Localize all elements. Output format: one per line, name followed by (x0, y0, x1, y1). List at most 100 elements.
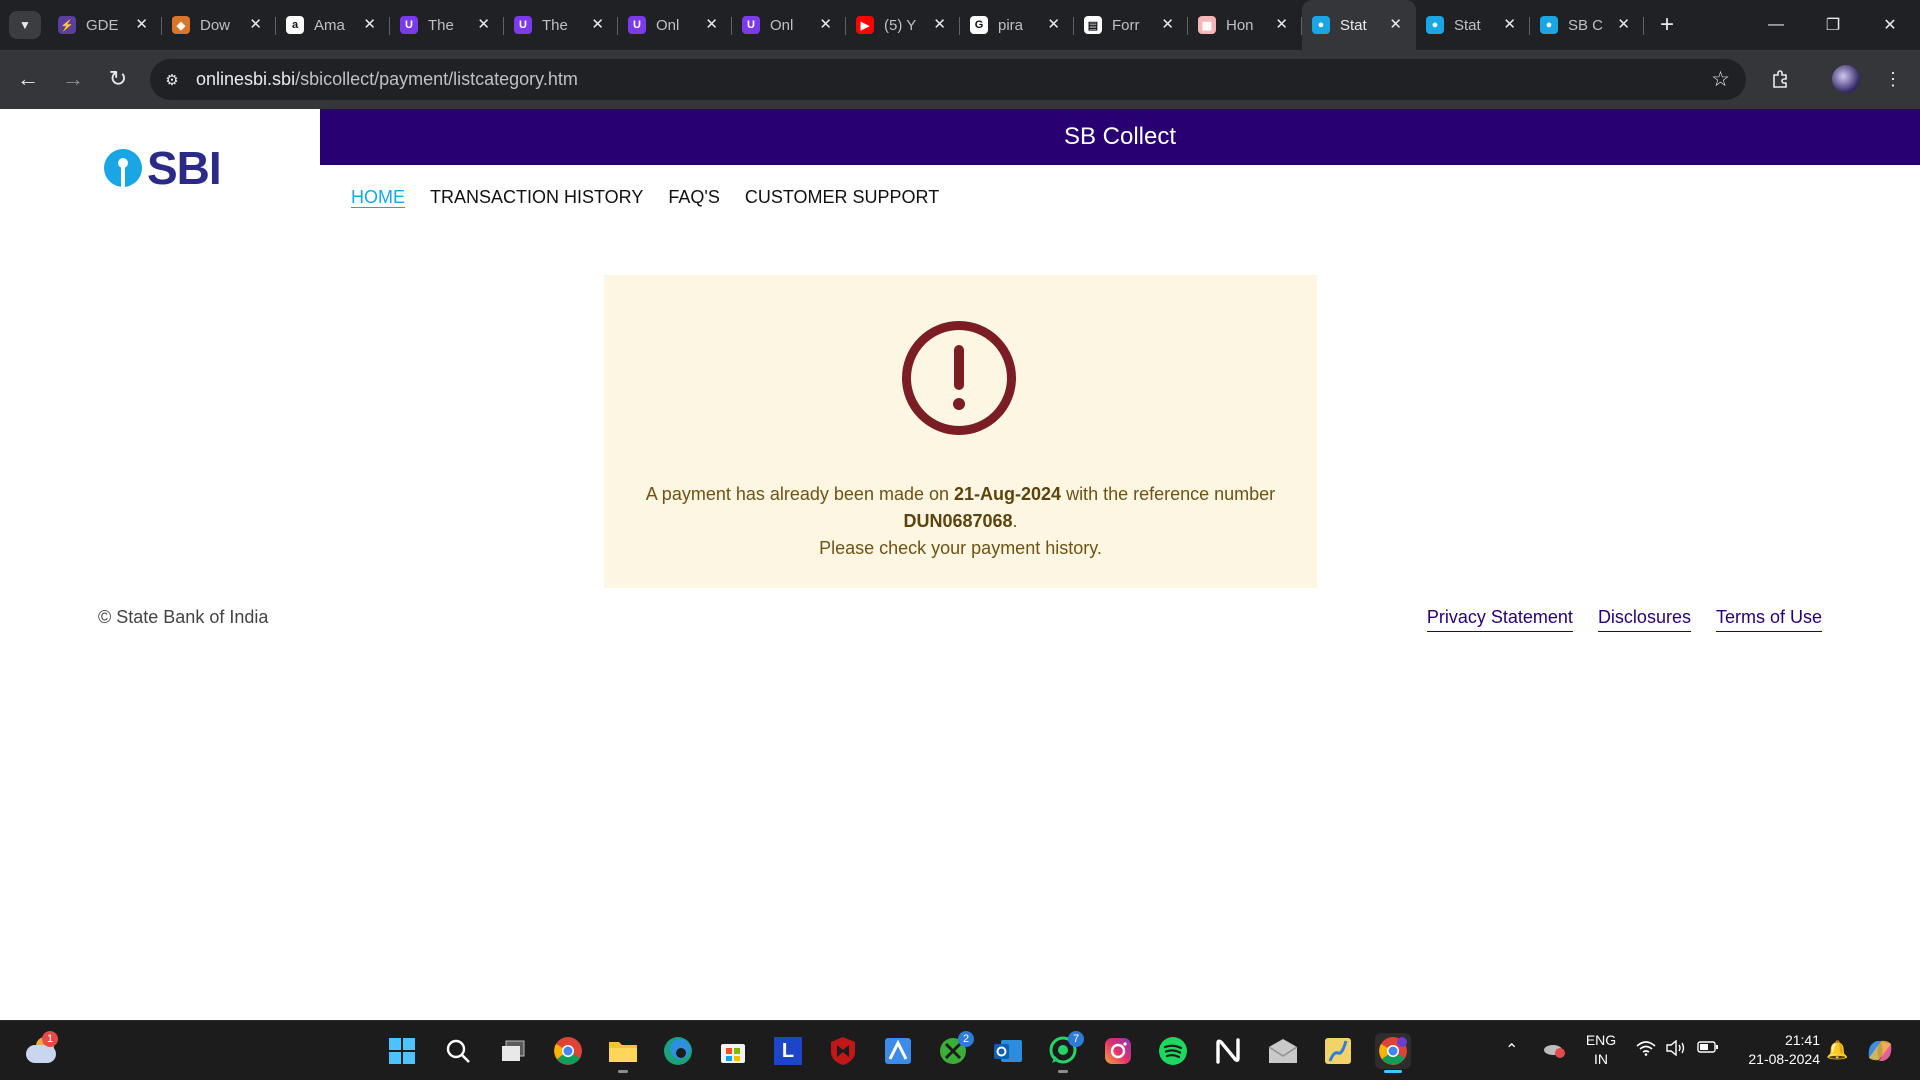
windows-taskbar: 1 L 2 7 ⌃ ENG IN 21:41 21-08-2024 🔔 (0, 1020, 1920, 1080)
spotify-icon[interactable] (1155, 1033, 1191, 1069)
tab-close-icon[interactable]: ✕ (249, 15, 262, 33)
tab-favicon-icon: ● (1312, 16, 1330, 34)
battery-icon[interactable] (1697, 1040, 1719, 1059)
browser-tab[interactable]: ● Stat ✕ (1416, 0, 1530, 50)
tab-list: ⚡ GDE ✕ ◆ Dow ✕ a Ama ✕ U The ✕ U The ✕ U Onl ✕ U Onl ✕ ▶ (5) … (48, 0, 1644, 50)
terms-of-use-link[interactable]: Terms of Use (1715, 607, 1822, 632)
chevron-up-icon[interactable]: ⌃ (1505, 1040, 1518, 1060)
sbi-logo[interactable]: SBI (104, 142, 222, 194)
main-menu: HOME TRANSACTION HISTORY FAQ'S CUSTOMER SUP… (351, 187, 964, 208)
tab-close-icon[interactable]: ✕ (135, 15, 148, 33)
site-info-icon[interactable]: ⚙ (162, 70, 182, 90)
menu-item-faq-s[interactable]: FAQ'S (668, 187, 719, 208)
outlook-icon[interactable] (990, 1033, 1026, 1069)
browser-tab[interactable]: Gpira ✕ (960, 0, 1074, 50)
menu-item-transaction-history[interactable]: TRANSACTION HISTORY (430, 187, 643, 208)
tab-close-icon[interactable]: ✕ (1161, 15, 1174, 33)
browser-tab[interactable]: ● Stat ✕ (1302, 0, 1416, 50)
new-tab-button[interactable]: + (1652, 10, 1682, 40)
disclosures-link[interactable]: Disclosures (1597, 607, 1691, 632)
tab-close-icon[interactable]: ✕ (819, 15, 832, 33)
payment-date: 21-Aug-2024 (954, 484, 1062, 504)
restore-button[interactable]: ❐ (1805, 0, 1861, 50)
weather-badge: 1 (42, 1031, 58, 1047)
back-button[interactable]: ← (13, 64, 43, 94)
edge-icon[interactable] (660, 1033, 696, 1069)
onedrive-error-icon[interactable] (1542, 1040, 1566, 1063)
xbox-icon[interactable]: 2 (935, 1031, 974, 1069)
tab-favicon-icon: U (628, 16, 646, 34)
chrome-icon[interactable] (550, 1033, 586, 1069)
browser-tab[interactable]: ▶ (5) Y ✕ (846, 0, 960, 50)
minimize-button[interactable]: — (1748, 0, 1804, 50)
whatsapp-icon[interactable]: 7 (1045, 1031, 1084, 1073)
tab-close-icon[interactable]: ✕ (1389, 15, 1402, 33)
clock-time: 21:41 (1784, 1032, 1820, 1048)
address-bar[interactable]: ⚙ onlinesbi.sbi/sbicollect/payment/listc… (150, 59, 1746, 100)
tab-favicon-icon: ▤ (1084, 16, 1102, 34)
browser-tab[interactable]: a Ama ✕ (276, 0, 390, 50)
l-app-icon[interactable]: L (770, 1033, 806, 1069)
alert-message: A payment has already been made on 21-Au… (604, 481, 1317, 562)
browser-tab[interactable]: ⚡ GDE ✕ (48, 0, 162, 50)
browser-tab[interactable]: U Onl ✕ (618, 0, 732, 50)
forward-button[interactable]: → (58, 64, 88, 94)
tab-title: pira (998, 16, 1024, 34)
browser-tab[interactable]: U The ✕ (504, 0, 618, 50)
search-icon[interactable] (440, 1033, 476, 1069)
browser-tab[interactable]: U The ✕ (390, 0, 504, 50)
browser-tab[interactable]: U Onl ✕ (732, 0, 846, 50)
task-view-icon[interactable] (495, 1033, 531, 1069)
tab-close-icon[interactable]: ✕ (591, 15, 604, 33)
profile-avatar[interactable] (1832, 65, 1860, 93)
browser-tab[interactable]: ◆ Dow ✕ (162, 0, 276, 50)
tab-search-button[interactable]: ▼ (9, 11, 41, 39)
file-explorer-icon[interactable] (605, 1033, 641, 1073)
tab-close-icon[interactable]: ✕ (1275, 15, 1288, 33)
tab-close-icon[interactable]: ✕ (1503, 15, 1516, 33)
tab-favicon-icon: U (742, 16, 760, 34)
mail-icon[interactable] (1265, 1033, 1301, 1069)
start-button[interactable] (384, 1033, 420, 1069)
bookmark-star-icon[interactable]: ☆ (1711, 67, 1730, 92)
language-indicator[interactable]: ENG IN (1583, 1031, 1619, 1069)
tab-close-icon[interactable]: ✕ (1047, 15, 1060, 33)
clock[interactable]: 21:41 21-08-2024 (1736, 1031, 1820, 1069)
wifi-icon[interactable] (1636, 1040, 1656, 1061)
tab-close-icon[interactable]: ✕ (705, 15, 718, 33)
tab-close-icon[interactable]: ✕ (363, 15, 376, 33)
weather-widget-icon[interactable]: 1 (24, 1031, 58, 1065)
privacy-statement-link[interactable]: Privacy Statement (1426, 607, 1573, 632)
tab-close-icon[interactable]: ✕ (477, 15, 490, 33)
reload-button[interactable]: ↻ (103, 64, 133, 94)
microsoft-store-icon[interactable] (715, 1033, 751, 1069)
alert-text-before: A payment has already been made on (645, 484, 955, 504)
tab-favicon-icon: ◆ (172, 16, 190, 34)
browser-tab[interactable]: ▦ Hon ✕ (1188, 0, 1302, 50)
tab-favicon-icon: ● (1426, 16, 1444, 34)
tab-title: Stat (1454, 16, 1481, 34)
volume-icon[interactable] (1666, 1039, 1686, 1061)
tab-close-icon[interactable]: ✕ (1617, 15, 1630, 33)
url-path: /sbicollect/payment/listcategory.htm (295, 69, 578, 89)
mcafee-icon[interactable] (825, 1033, 861, 1069)
instagram-icon[interactable] (1100, 1033, 1136, 1069)
url-text[interactable]: onlinesbi.sbi/sbicollect/payment/listcat… (196, 69, 578, 90)
extensions-icon[interactable] (1766, 64, 1796, 94)
browser-tab[interactable]: ▤ Forr ✕ (1074, 0, 1188, 50)
drawing-app-icon[interactable] (880, 1033, 916, 1069)
sbi-logo-icon (104, 149, 142, 187)
browser-tab[interactable]: ● SB C ✕ (1530, 0, 1644, 50)
n-app-icon[interactable] (1210, 1033, 1246, 1069)
copilot-icon[interactable] (1862, 1033, 1898, 1069)
close-window-button[interactable]: ✕ (1862, 0, 1918, 50)
tab-favicon-icon: ▶ (856, 16, 874, 34)
chrome-active-icon[interactable] (1375, 1033, 1411, 1073)
browser-menu-icon[interactable]: ⋮ (1878, 64, 1908, 94)
tab-close-icon[interactable]: ✕ (933, 15, 946, 33)
menu-item-home[interactable]: HOME (351, 187, 405, 208)
notification-bell-icon[interactable]: 🔔 (1826, 1040, 1848, 1061)
maps-icon[interactable] (1320, 1033, 1356, 1069)
tab-title: SB C (1568, 16, 1604, 34)
menu-item-customer-support[interactable]: CUSTOMER SUPPORT (745, 187, 939, 208)
